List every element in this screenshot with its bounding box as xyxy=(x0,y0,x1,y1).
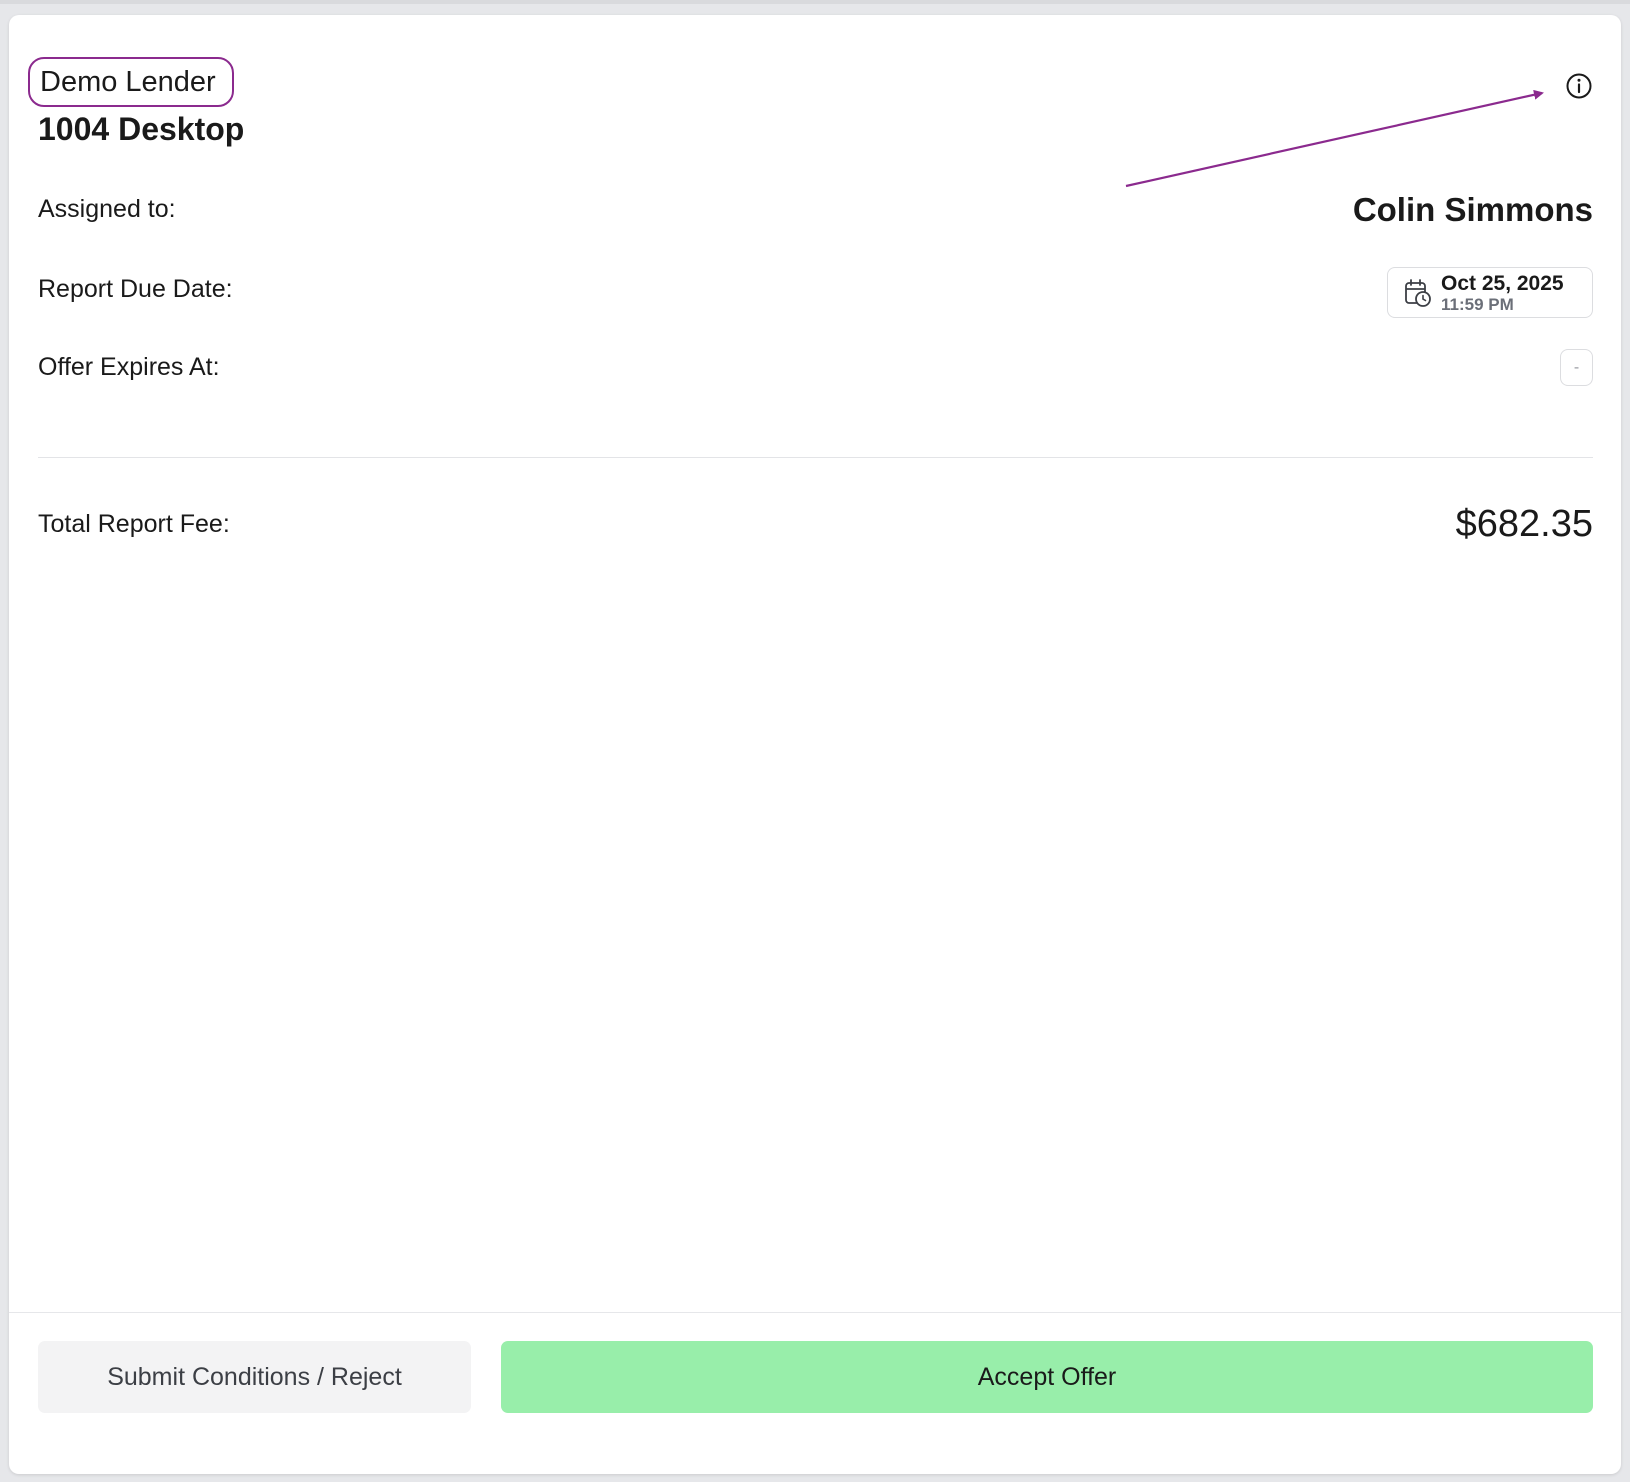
due-time-value: 11:59 PM xyxy=(1441,294,1514,314)
offer-expires-value: - xyxy=(1560,349,1593,386)
due-date-value: Oct 25, 2025 xyxy=(1441,271,1564,295)
assigned-label: Assigned to: xyxy=(38,195,176,223)
submit-conditions-reject-button[interactable]: Submit Conditions / Reject xyxy=(38,1341,471,1413)
lender-name: Demo Lender xyxy=(28,57,234,107)
section-divider xyxy=(38,457,1593,458)
report-type-title: 1004 Desktop xyxy=(38,111,245,147)
offer-expires-label: Offer Expires At: xyxy=(38,353,220,381)
info-icon[interactable] xyxy=(1564,71,1594,101)
offer-card: Demo Lender 1004 Desktop Assigned to: Co… xyxy=(9,15,1621,1474)
due-date-chip: Oct 25, 2025 11:59 PM xyxy=(1387,267,1593,318)
top-edge xyxy=(0,0,1630,4)
assigned-name: Colin Simmons xyxy=(1352,191,1593,228)
calendar-clock-icon xyxy=(1405,278,1431,307)
footer-divider xyxy=(9,1312,1621,1313)
accept-offer-button[interactable]: Accept Offer xyxy=(501,1341,1593,1413)
due-date-label: Report Due Date: xyxy=(38,275,233,303)
total-fee-amount: $682.35 xyxy=(1455,503,1593,545)
total-fee-label: Total Report Fee: xyxy=(38,510,230,538)
